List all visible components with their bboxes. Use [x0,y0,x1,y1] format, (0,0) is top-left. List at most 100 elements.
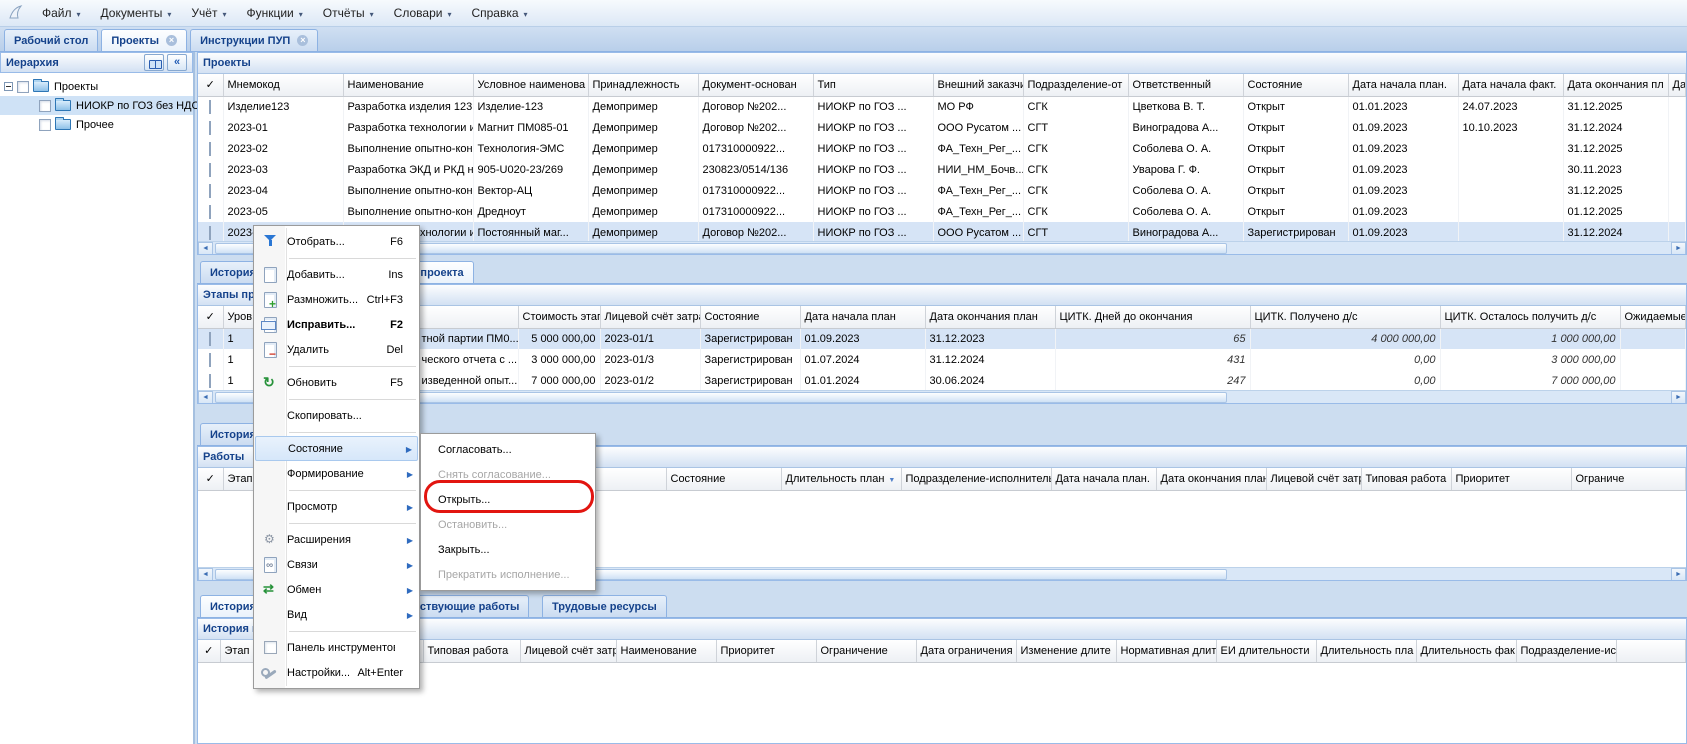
column-header[interactable]: Состояние [700,306,800,328]
column-header[interactable]: ЦИТК. Осталось получить д/с [1440,306,1620,328]
column-header[interactable]: Подразделение-ис [1516,640,1616,662]
context-menu-item[interactable]: Скопировать... [255,403,418,428]
row-checkbox[interactable] [209,226,211,240]
column-header[interactable]: Изменение длите [1016,640,1116,662]
context-menu-item[interactable]: Связи [255,552,418,577]
row-checkbox[interactable] [209,353,211,367]
column-header[interactable]: Лицевой счёт затр [520,640,616,662]
column-header[interactable]: Документ-основан [698,74,813,96]
table-row[interactable]: 2023-01 Разработка технологии и... Магни… [198,117,1686,138]
context-menu-item[interactable]: Состояние [255,436,418,461]
context-menu-item[interactable]: Добавить... Ins [255,262,418,287]
column-header[interactable]: Типовая работа [423,640,520,662]
context-menu-item[interactable]: Размножить... Ctrl+F3 [255,287,418,312]
column-header[interactable]: Типовая работа [1361,468,1451,490]
column-header[interactable]: Длительность пла [1316,640,1416,662]
check-column-header[interactable]: ✓ [198,74,223,96]
collapse-node-icon[interactable] [4,82,13,91]
column-header[interactable]: Дата окончания план [1156,468,1266,490]
context-menu-item[interactable]: Обновить F5 [255,370,418,395]
column-header[interactable]: Дата начала план. [1051,468,1156,490]
column-header[interactable]: Дата ограничения [916,640,1016,662]
column-header[interactable]: Приоритет [716,640,816,662]
scroll-right-icon[interactable]: ► [1671,568,1686,581]
menubar-item[interactable]: Файл [32,3,91,23]
column-header[interactable]: Дата окончания пл [1563,74,1668,96]
submenu-item[interactable]: Закрыть... [422,537,594,562]
tree-checkbox[interactable] [39,119,51,131]
row-checkbox[interactable] [209,184,211,198]
column-header[interactable]: Ответственный [1128,74,1243,96]
collapse-panel-icon[interactable]: « [167,54,187,71]
menubar-item[interactable]: Отчёты [313,3,384,23]
column-header[interactable]: Длительность план [781,468,901,490]
tree-checkbox[interactable] [39,100,51,112]
column-header[interactable]: Ожидаемые [1620,306,1686,328]
context-menu-item[interactable]: Просмотр [255,494,418,519]
tree-item-niokr[interactable]: НИОКР по ГОЗ без НДС [0,96,193,115]
context-menu-item[interactable]: Формирование [255,461,418,486]
column-header[interactable]: Лицевой счёт затр [1266,468,1361,490]
column-header[interactable] [1616,640,1686,662]
column-header[interactable]: Лицевой счёт затрат. [600,306,700,328]
submenu-item[interactable]: Согласовать... [422,437,594,462]
row-checkbox[interactable] [209,205,211,219]
column-header[interactable]: Дата начала план. [1348,74,1458,96]
table-row[interactable]: 2023-03 Разработка ЭКД и РКД н... 905-U0… [198,159,1686,180]
column-header[interactable]: Дата начала план [800,306,925,328]
column-header[interactable]: Дата окончания план [925,306,1055,328]
row-checkbox[interactable] [209,142,211,156]
table-row[interactable]: 1 изведенной опыт... 7 000 000,00 2023-0… [198,370,1686,390]
column-header[interactable]: Условное наименова [473,74,588,96]
submenu-item[interactable]: Открыть... [422,487,594,512]
tab-projects[interactable]: Проекты [101,29,187,51]
column-header[interactable]: Тип [813,74,933,96]
row-checkbox[interactable] [209,121,211,135]
column-header[interactable]: Внешний заказчик [933,74,1023,96]
row-checkbox[interactable] [209,374,211,388]
table-row[interactable]: 2023-04 Выполнение опытно-конс... Вектор… [198,180,1686,201]
row-checkbox[interactable] [209,163,211,177]
scroll-left-icon[interactable]: ◄ [198,242,213,255]
context-menu-item[interactable]: Расширения [255,527,418,552]
search-icon[interactable] [144,54,164,71]
check-column-header[interactable]: ✓ [198,640,220,662]
context-menu-item[interactable]: Обмен [255,577,418,602]
column-header[interactable]: ЦИТК. Получено д/с [1250,306,1440,328]
column-header[interactable]: Уров [223,306,256,328]
check-column-header[interactable]: ✓ [198,306,223,328]
column-header[interactable]: Принадлежность [588,74,698,96]
column-header[interactable]: Наименование [616,640,716,662]
column-header[interactable]: Подразделение-от [1023,74,1128,96]
menubar-item[interactable]: Учёт [181,3,236,23]
scroll-right-icon[interactable]: ► [1671,242,1686,255]
context-menu-item[interactable]: Исправить... F2 [255,312,418,337]
column-header[interactable]: Стоимость этапа [518,306,600,328]
table-row[interactable]: 1 тной партии ПМ0... 5 000 000,00 2023-0… [198,328,1686,349]
table-row[interactable]: 2023-01вар... Разработка технологии и...… [198,222,1686,241]
close-icon[interactable] [166,35,177,46]
scroll-left-icon[interactable]: ◄ [198,568,213,581]
tab-instructions[interactable]: Инструкции ПУП [190,29,318,51]
tree-item-other[interactable]: Прочее [0,115,193,134]
scroll-left-icon[interactable]: ◄ [198,391,213,404]
context-menu-item[interactable]: Вид [255,602,418,627]
table-row[interactable]: Изделие123 Разработка изделия 123 Издели… [198,96,1686,117]
context-menu-item[interactable]: Удалить Del [255,337,418,362]
check-column-header[interactable]: ✓ [198,468,223,490]
tab-desktop[interactable]: Рабочий стол [4,29,98,51]
column-header[interactable]: Приоритет [1451,468,1571,490]
tree-item-projects[interactable]: Проекты [0,77,193,96]
column-header[interactable]: Состояние [1243,74,1348,96]
menubar-item[interactable]: Словари [384,3,462,23]
row-checkbox[interactable] [209,100,211,114]
column-header[interactable]: Ограниче [1571,468,1686,490]
table-row[interactable]: 1 ческого отчета с ... 3 000 000,00 2023… [198,349,1686,370]
context-menu-item[interactable]: Отобрать... F6 [255,229,418,254]
tab-labor-resources[interactable]: Трудовые ресурсы [542,595,667,617]
column-header[interactable]: Ограничение [816,640,916,662]
column-header[interactable]: Состояние [666,468,781,490]
menubar-item[interactable]: Функции [236,3,312,23]
column-header[interactable]: Дата окончания ф [1668,74,1686,96]
column-header[interactable]: Длительность фак [1416,640,1516,662]
